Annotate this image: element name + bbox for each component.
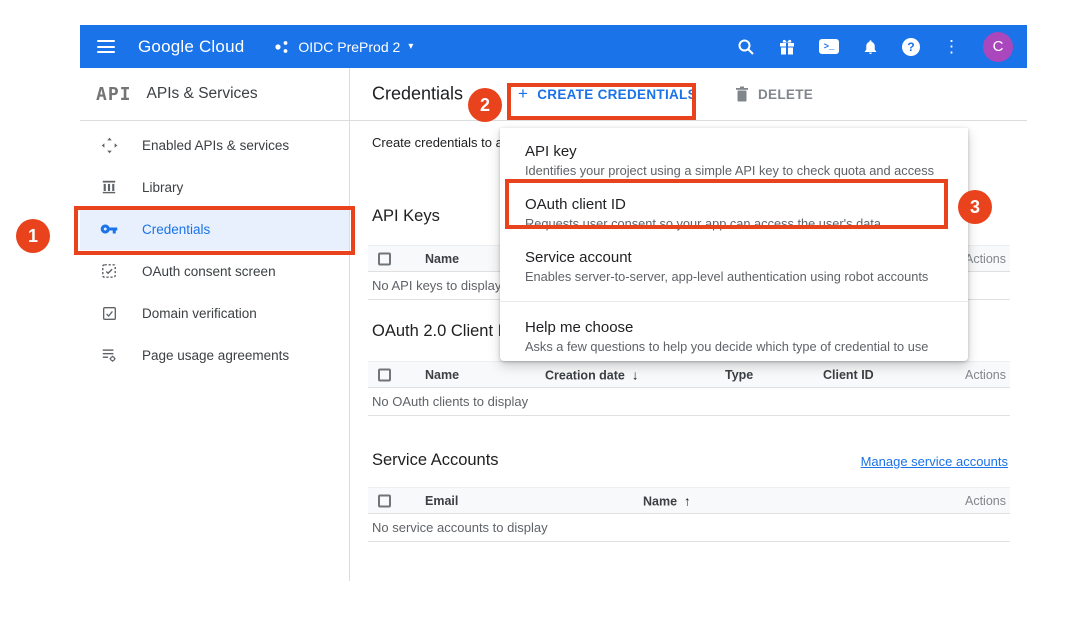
select-all-checkbox[interactable] bbox=[378, 494, 391, 507]
sidebar-item-label: Enabled APIs & services bbox=[142, 138, 289, 153]
page-header: Credentials + CREATE CREDENTIALS DELETE bbox=[350, 68, 1027, 120]
column-actions: Actions bbox=[965, 368, 1006, 382]
column-name: Name bbox=[425, 252, 459, 266]
table-header-row: Name Creation date↓ Type Client ID Actio… bbox=[368, 361, 1010, 388]
google-cloud-logo[interactable]: Google Cloud bbox=[138, 37, 244, 57]
column-client-id: Client ID bbox=[823, 368, 874, 382]
project-icon bbox=[274, 40, 290, 54]
column-type: Type bbox=[725, 368, 753, 382]
create-credentials-button[interactable]: + CREATE CREDENTIALS bbox=[518, 84, 697, 104]
chevron-down-icon: ▾ bbox=[408, 41, 413, 52]
notifications-bell-icon[interactable] bbox=[862, 38, 879, 56]
sidebar-item-library[interactable]: Library bbox=[80, 166, 349, 208]
column-actions: Actions bbox=[965, 494, 1006, 508]
annotation-badge-2: 2 bbox=[468, 88, 502, 122]
menu-item-api-key[interactable]: API key Identifies your project using a … bbox=[500, 134, 968, 187]
delete-button[interactable]: DELETE bbox=[735, 86, 813, 102]
annotation-badge-1: 1 bbox=[16, 219, 50, 253]
hamburger-menu-icon[interactable] bbox=[97, 40, 115, 53]
sidebar-title: APIs & Services bbox=[147, 85, 258, 103]
empty-row: No OAuth clients to display bbox=[368, 388, 1010, 416]
sidebar-header: API APIs & Services bbox=[80, 68, 350, 120]
column-actions: Actions bbox=[965, 252, 1006, 266]
sidebar-item-credentials[interactable]: Credentials bbox=[80, 208, 349, 250]
api-logo: API bbox=[96, 84, 132, 105]
intro-text: Create credentials to ac bbox=[372, 135, 509, 150]
column-name[interactable]: Name↑ bbox=[643, 493, 691, 508]
manage-service-accounts-link[interactable]: Manage service accounts bbox=[861, 454, 1008, 469]
top-app-bar: Google Cloud OIDC PreProd 2 ▾ >_ bbox=[80, 25, 1027, 68]
plus-icon: + bbox=[518, 84, 528, 104]
search-icon[interactable] bbox=[737, 38, 755, 56]
select-all-checkbox[interactable] bbox=[378, 368, 391, 381]
sidebar-nav: Enabled APIs & services Library Credenti… bbox=[80, 121, 350, 581]
domain-verification-icon bbox=[100, 306, 118, 321]
menu-item-help-me-choose[interactable]: Help me choose Asks a few questions to h… bbox=[500, 310, 968, 363]
column-email: Email bbox=[425, 494, 458, 508]
select-all-checkbox[interactable] bbox=[378, 252, 391, 265]
cloud-shell-icon[interactable]: >_ bbox=[819, 39, 839, 54]
oauth-clients-table: Name Creation date↓ Type Client ID Actio… bbox=[368, 361, 1010, 416]
column-name: Name bbox=[425, 368, 459, 382]
sidebar-item-oauth-consent[interactable]: OAuth consent screen bbox=[80, 250, 349, 292]
more-vertical-icon[interactable]: ⋮ bbox=[943, 38, 960, 55]
enabled-apis-icon bbox=[100, 137, 118, 154]
sort-asc-icon: ↑ bbox=[684, 493, 691, 508]
page-title: Credentials bbox=[372, 84, 463, 105]
column-creation-date[interactable]: Creation date↓ bbox=[545, 367, 638, 382]
help-icon[interactable]: ? bbox=[902, 38, 920, 56]
sidebar-item-domain-verification[interactable]: Domain verification bbox=[80, 292, 349, 334]
sidebar-item-page-usage-agreements[interactable]: Page usage agreements bbox=[80, 334, 349, 376]
gift-icon[interactable] bbox=[778, 38, 796, 56]
annotation-badge-3: 3 bbox=[958, 190, 992, 224]
menu-divider bbox=[500, 301, 968, 302]
sidebar-item-label: Credentials bbox=[142, 222, 210, 237]
api-keys-heading: API Keys bbox=[372, 207, 440, 226]
library-icon bbox=[100, 179, 118, 195]
trash-icon bbox=[735, 86, 749, 102]
menu-item-oauth-client-id[interactable]: OAuth client ID Requests user consent so… bbox=[500, 187, 968, 240]
project-selector[interactable]: OIDC PreProd 2 ▾ bbox=[274, 39, 413, 55]
topbar-actions: >_ ? ⋮ C bbox=[737, 32, 1027, 62]
section-header: API APIs & Services Credentials + CREATE… bbox=[80, 68, 1027, 121]
service-accounts-heading: Service Accounts bbox=[372, 451, 499, 470]
sidebar-item-label: Domain verification bbox=[142, 306, 257, 321]
menu-item-service-account[interactable]: Service account Enables server-to-server… bbox=[500, 240, 968, 293]
service-accounts-table: Email Name↑ Actions No service accounts … bbox=[368, 487, 1010, 542]
create-credentials-menu: API key Identifies your project using a … bbox=[500, 128, 968, 361]
empty-row: No service accounts to display bbox=[368, 514, 1010, 542]
screen: Google Cloud OIDC PreProd 2 ▾ >_ bbox=[0, 0, 1079, 633]
sidebar-item-label: OAuth consent screen bbox=[142, 264, 276, 279]
sidebar-item-label: Library bbox=[142, 180, 183, 195]
key-icon bbox=[100, 220, 118, 238]
table-header-row: Email Name↑ Actions bbox=[368, 487, 1010, 514]
sort-desc-icon: ↓ bbox=[632, 367, 639, 382]
agreements-gear-icon bbox=[100, 347, 118, 363]
sidebar-item-label: Page usage agreements bbox=[142, 348, 289, 363]
consent-screen-icon bbox=[100, 263, 118, 279]
project-name: OIDC PreProd 2 bbox=[298, 39, 400, 55]
account-avatar[interactable]: C bbox=[983, 32, 1013, 62]
sidebar-item-enabled-apis[interactable]: Enabled APIs & services bbox=[80, 124, 349, 166]
